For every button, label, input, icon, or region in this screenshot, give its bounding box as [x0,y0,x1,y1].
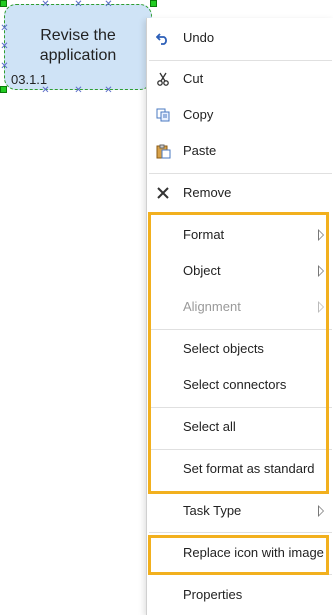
connection-point-icon[interactable]: ✕ [104,0,113,10]
menu-item-label: Properties [183,587,243,602]
menu-separator [149,407,332,408]
undo-icon [155,30,171,46]
menu-item-label: Alignment [183,299,241,314]
menu-item-properties[interactable]: Properties [147,577,333,613]
connection-point-icon[interactable]: ✕ [74,0,83,10]
copy-icon [155,107,171,123]
menu-item-copy[interactable]: Copy [147,97,333,133]
menu-item-undo[interactable]: Undo [147,20,333,56]
menu-item-select-objects[interactable]: Select objects [147,331,333,367]
menu-separator [149,449,332,450]
menu-item-label: Format [183,227,225,242]
scissors-icon [155,71,171,87]
resize-handle-tr[interactable] [150,0,157,7]
menu-item-label: Undo [183,30,215,45]
task-title: Revise the application [39,27,117,64]
connection-point-icon[interactable]: ✕ [0,62,9,72]
connection-point-icon[interactable]: ✕ [0,42,9,52]
menu-item-label: Select connectors [183,377,287,392]
menu-item-object[interactable]: Object [147,253,333,289]
submenu-arrow-icon [318,301,324,313]
menu-item-task-type[interactable]: Task Type [147,493,333,529]
menu-item-label: Select all [183,419,236,434]
menu-item-cut[interactable]: Cut [147,61,333,97]
menu-separator [149,532,332,533]
menu-separator [149,329,332,330]
menu-item-paste[interactable]: Paste [147,133,333,169]
connection-point-icon[interactable]: ✕ [41,0,50,10]
diagram-canvas: Revise the application 03.1.1 ✕ ✕ ✕ ✕ ✕ … [0,0,160,96]
menu-item-select-connectors[interactable]: Select connectors [147,367,333,403]
menu-item-label: Replace icon with image [183,545,324,560]
menu-item-label: Task Type [183,503,242,518]
resize-handle-tl[interactable] [0,0,7,7]
submenu-arrow-icon [318,265,324,277]
menu-item-label: Select objects [183,341,264,356]
menu-item-alignment: Alignment [147,289,333,325]
menu-item-select-all[interactable]: Select all [147,409,333,445]
connection-point-icon[interactable]: ✕ [104,86,113,96]
menu-item-set-format-standard[interactable]: Set format as standard [147,451,333,487]
menu-item-label: Paste [183,143,217,158]
menu-item-replace-icon[interactable]: Replace icon with image [147,535,333,571]
menu-item-label: Remove [183,185,232,200]
connection-point-icon[interactable]: ✕ [74,86,83,96]
submenu-arrow-icon [318,505,324,517]
context-menu: Undo Cut Copy Paste Remove Format Object [146,18,333,615]
menu-item-format[interactable]: Format [147,217,333,253]
resize-handle-bl[interactable] [0,86,7,93]
menu-separator [149,173,332,174]
connection-point-icon[interactable]: ✕ [41,86,50,96]
menu-item-label: Set format as standard [183,461,315,476]
clipboard-icon [155,143,171,159]
x-icon [155,185,171,201]
menu-item-label: Object [183,263,221,278]
menu-item-label: Copy [183,107,214,122]
menu-item-remove[interactable]: Remove [147,175,333,211]
menu-item-label: Cut [183,71,204,86]
submenu-arrow-icon [318,229,324,241]
connection-point-icon[interactable]: ✕ [0,24,9,34]
menu-separator [149,574,332,575]
